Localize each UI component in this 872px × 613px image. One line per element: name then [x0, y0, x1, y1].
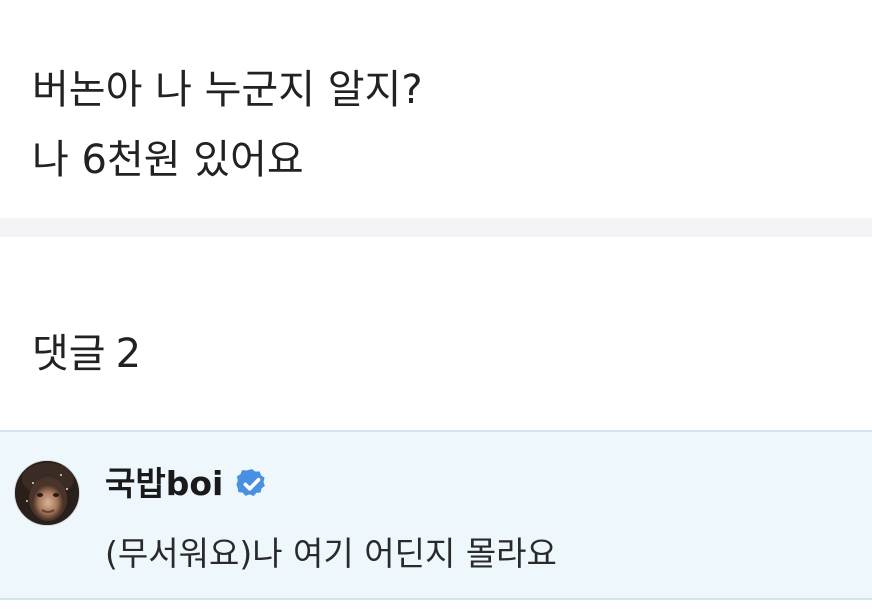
avatar[interactable]	[14, 460, 80, 526]
comments-label: 댓글	[32, 331, 106, 377]
post-body: 버논아 나 누군지 알지? 나 6천원 있어요	[0, 0, 872, 218]
post-text-line: 버논아 나 누군지 알지?	[32, 67, 423, 113]
comment-text: (무서워요)나 여기 어딘지 몰라요	[105, 534, 557, 573]
comment-item: 국밥boi (무서워요)나 여기 어딘지 몰라요	[0, 430, 872, 600]
verified-badge-icon	[236, 469, 266, 497]
comments-count: 2	[115, 331, 142, 377]
section-divider	[0, 218, 872, 237]
profile-photo-icon	[15, 461, 79, 525]
comments-header: 댓글 2	[32, 330, 141, 378]
post-text-line: 나 6천원 있어요	[32, 137, 304, 183]
comment-author-row: 국밥boi	[105, 462, 269, 506]
comment-author-name[interactable]: 국밥boi	[105, 462, 223, 506]
